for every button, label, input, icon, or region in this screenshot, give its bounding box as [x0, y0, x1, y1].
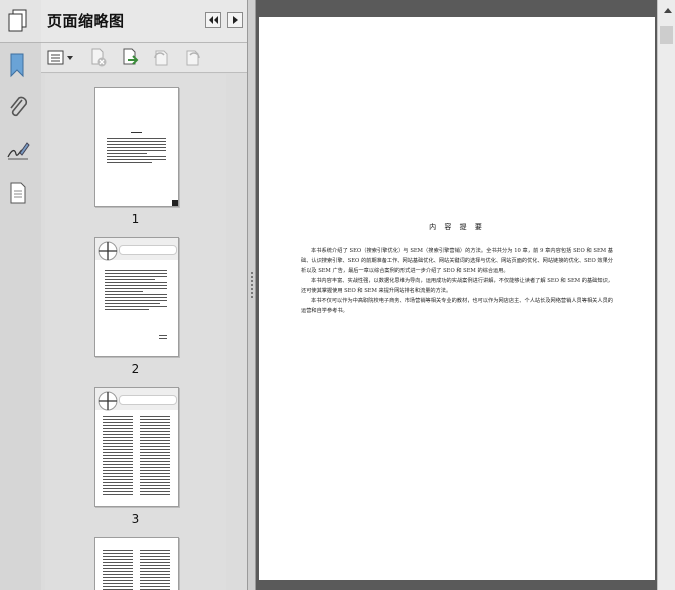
page-body: 本书系统介绍了 SEO（搜索引擎优化）与 SEM（搜索引擎营销）的方法。全书共分…: [301, 246, 613, 316]
signature-icon[interactable]: [6, 137, 30, 163]
thumbnail-number-3: 3: [131, 512, 140, 526]
page-heading: 内 容 提 要: [429, 223, 485, 231]
splitter-grip-icon: [251, 272, 253, 298]
pages-icon[interactable]: [6, 8, 30, 34]
collapse-left-icon[interactable]: [205, 12, 221, 28]
collapse-right-icon[interactable]: [227, 12, 243, 28]
page-thumbnails-panel: 页面缩略图 1 2 3: [41, 0, 285, 590]
delete-page-icon[interactable]: [89, 48, 109, 68]
document-scrollbar[interactable]: [657, 0, 675, 590]
document-view: 内 容 提 要 本书系统介绍了 SEO（搜索引擎优化）与 SEM（搜索引擎营销）…: [256, 0, 657, 590]
thumbnail-page-4[interactable]: [94, 537, 179, 590]
paragraph-3: 本书不仅可以作为中高职院校电子商务、市场营销等相关专业的教材，也可以作为网店店主…: [301, 298, 613, 314]
panel-title: 页面缩略图: [47, 12, 125, 30]
thumbnail-page-2[interactable]: [94, 237, 179, 357]
panel-splitter[interactable]: [247, 0, 256, 590]
thumbnail-page-3[interactable]: [94, 387, 179, 507]
rotate-left-icon[interactable]: [151, 48, 171, 68]
document-page: 内 容 提 要 本书系统介绍了 SEO（搜索引擎优化）与 SEM（搜索引擎营销）…: [259, 17, 655, 580]
thumbnail-list: 1 2 3: [45, 74, 226, 590]
layers-icon[interactable]: [6, 180, 30, 206]
thumbnail-number-1: 1: [131, 212, 140, 226]
thumbnail-page-1[interactable]: [94, 87, 179, 207]
thumbnail-number-2: 2: [131, 362, 140, 376]
paragraph-1: 本书系统介绍了 SEO（搜索引擎优化）与 SEM（搜索引擎营销）的方法。全书共分…: [301, 248, 613, 274]
doc-scroll-up-icon[interactable]: [661, 4, 674, 16]
extract-page-icon[interactable]: [121, 48, 141, 68]
attachment-icon[interactable]: [6, 94, 30, 120]
navigation-tool-strip: [0, 0, 42, 590]
thumbnail-toolbar: [41, 43, 247, 73]
paragraph-2: 本书内容丰富、实战性强，以数据化思维为导向，运用成功的实战案例进行讲解，不仅能够…: [301, 278, 613, 294]
options-menu-icon[interactable]: [47, 48, 75, 68]
panel-header: 页面缩略图: [41, 0, 247, 43]
bookmark-icon[interactable]: [6, 52, 30, 78]
rotate-right-icon[interactable]: [183, 48, 203, 68]
document-scroll-thumb[interactable]: [660, 26, 673, 44]
